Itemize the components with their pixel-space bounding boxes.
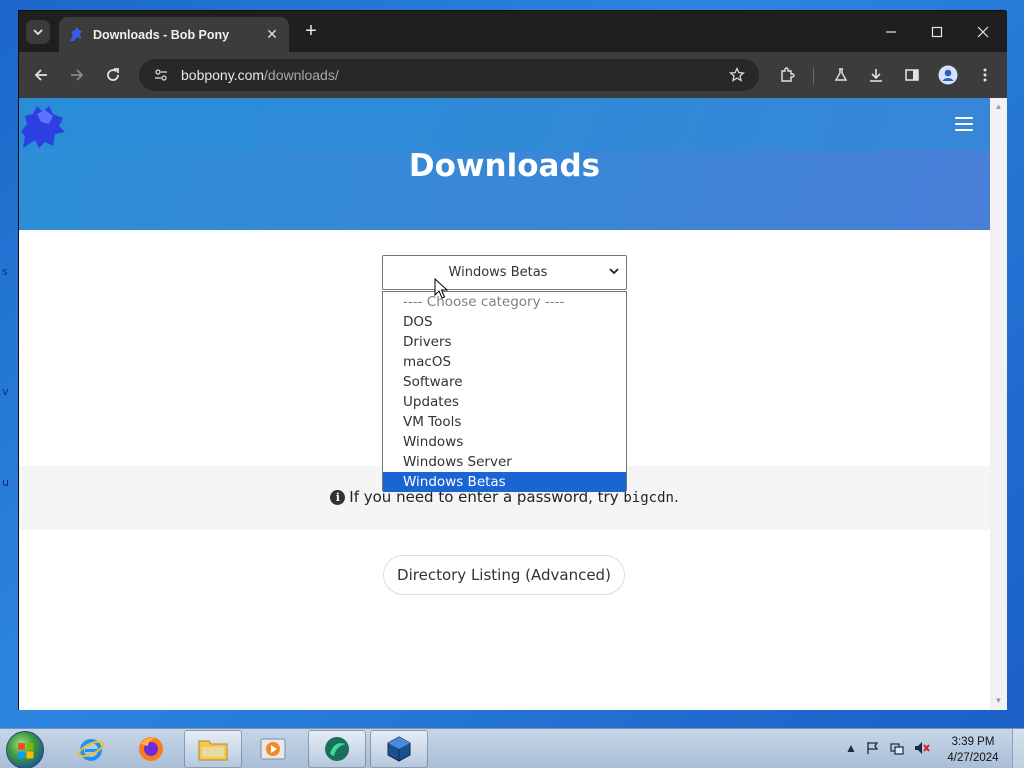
side-panel-icon [905, 69, 919, 81]
maximize-button[interactable] [915, 18, 959, 46]
directory-listing-button[interactable]: Directory Listing (Advanced) [383, 555, 625, 595]
mouse-cursor-icon [434, 278, 448, 299]
windows-logo-icon [18, 743, 34, 759]
profile-button[interactable] [935, 62, 961, 88]
browser-tab[interactable]: Downloads - Bob Pony ✕ [59, 17, 289, 52]
dropdown-option[interactable]: ---- Choose category ---- [383, 292, 626, 312]
dropdown-option[interactable]: Windows Betas [383, 472, 626, 492]
category-select[interactable]: Windows Betas [382, 255, 627, 290]
dropdown-option[interactable]: macOS [383, 352, 626, 372]
site-navbar [19, 98, 990, 150]
action-center-flag-icon[interactable] [866, 741, 880, 755]
show-hidden-icons-icon[interactable]: ▲ [844, 741, 858, 755]
page-viewport: Downloads Windows Betas i If you need to … [19, 98, 1007, 710]
back-button[interactable] [28, 62, 54, 88]
category-select-value: Windows Betas [448, 265, 548, 280]
downloads-button[interactable] [863, 62, 889, 88]
arrow-left-icon [34, 69, 47, 81]
taskbar-virtualbox[interactable] [370, 730, 428, 768]
taskbar-internet-explorer[interactable] [62, 730, 120, 768]
desktop-icon-fragment: s [2, 265, 8, 278]
dropdown-option[interactable]: Windows Server [383, 452, 626, 472]
page-title: Downloads [408, 148, 601, 184]
flask-icon [834, 68, 848, 81]
taskbar-firefox[interactable] [122, 730, 180, 768]
browser-app-icon [325, 737, 349, 761]
folder-icon [198, 740, 228, 761]
hero-header: Downloads [19, 98, 990, 230]
profile-avatar-icon [938, 65, 958, 85]
bobpony-favicon-icon [70, 26, 82, 41]
dropdown-option[interactable]: Updates [383, 392, 626, 412]
info-circle-icon: i [330, 490, 346, 505]
reload-icon [107, 68, 119, 81]
tab-title: Downloads - Bob Pony [93, 27, 230, 42]
virtualbox-icon [387, 736, 411, 762]
arrow-right-icon [71, 69, 84, 81]
clock-time: 3:39 PM [951, 736, 995, 748]
maximize-icon [931, 26, 943, 38]
internet-explorer-icon [78, 739, 104, 761]
url-text: bobpony.com/downloads/ [181, 67, 727, 83]
dropdown-option[interactable]: VM Tools [383, 412, 626, 432]
browser-menu-button[interactable] [972, 62, 998, 88]
minimize-icon [886, 31, 896, 33]
taskbar: ▲ 3:39 PM 4/27/2024 [0, 728, 1024, 768]
close-window-button[interactable] [961, 18, 1005, 46]
close-icon [977, 26, 989, 38]
category-dropdown-list: ---- Choose category ---- DOS Drivers macOS… [382, 291, 627, 492]
toolbar-divider [813, 68, 814, 84]
tab-close-icon[interactable]: ✕ [263, 26, 281, 43]
extensions-button[interactable] [774, 62, 800, 88]
browser-toolbar: bobpony.com/downloads/ [19, 52, 1007, 98]
side-panel-button[interactable] [899, 62, 925, 88]
firefox-icon [139, 737, 163, 761]
forward-button[interactable] [64, 62, 90, 88]
bookmark-star-icon[interactable] [727, 65, 747, 85]
new-tab-button[interactable]: + [301, 21, 321, 41]
chevron-down-icon [33, 29, 43, 36]
show-desktop-button[interactable] [1012, 729, 1024, 768]
hamburger-menu-icon[interactable] [955, 117, 973, 131]
taskbar-browser[interactable] [308, 730, 366, 768]
scroll-down-arrow-icon[interactable]: ▼ [990, 694, 1007, 708]
clock-date: 4/27/2024 [947, 752, 999, 764]
chevron-down-icon [609, 268, 619, 275]
bobpony-logo-icon[interactable] [19, 102, 67, 150]
taskbar-media-player[interactable] [244, 730, 302, 768]
taskbar-file-explorer[interactable] [184, 730, 242, 768]
start-button[interactable] [6, 731, 44, 768]
url-domain: bobpony.com [181, 67, 265, 83]
site-settings-icon[interactable] [151, 65, 171, 85]
network-icon[interactable] [890, 741, 904, 755]
reload-button[interactable] [100, 62, 126, 88]
dropdown-option[interactable]: Windows [383, 432, 626, 452]
media-player-icon [260, 738, 286, 760]
tab-strip: Downloads - Bob Pony ✕ + [19, 11, 1007, 52]
download-icon [870, 69, 882, 82]
minimize-button[interactable] [869, 18, 913, 46]
desktop-icon-fragment: v [2, 385, 9, 398]
labs-button[interactable] [828, 62, 854, 88]
page-scrollbar[interactable]: ▲ ▼ [990, 98, 1007, 710]
dropdown-option[interactable]: Drivers [383, 332, 626, 352]
puzzle-icon [781, 67, 795, 82]
url-path: /downloads/ [264, 67, 339, 83]
browser-window: Downloads - Bob Pony ✕ + bobpony.com/dow… [18, 10, 1007, 710]
tab-search-button[interactable] [26, 20, 50, 44]
system-clock[interactable]: 3:39 PM 4/27/2024 [940, 734, 1006, 766]
password-hint-code: bigcdn [623, 490, 674, 506]
desktop-icon-fragment: u [2, 476, 9, 489]
dropdown-option[interactable]: DOS [383, 312, 626, 332]
scroll-up-arrow-icon[interactable]: ▲ [990, 100, 1007, 114]
volume-muted-icon[interactable] [914, 741, 930, 755]
password-hint-suffix: . [673, 488, 679, 506]
kebab-menu-icon [983, 68, 987, 82]
address-bar[interactable]: bobpony.com/downloads/ [139, 59, 759, 91]
dropdown-option[interactable]: Software [383, 372, 626, 392]
